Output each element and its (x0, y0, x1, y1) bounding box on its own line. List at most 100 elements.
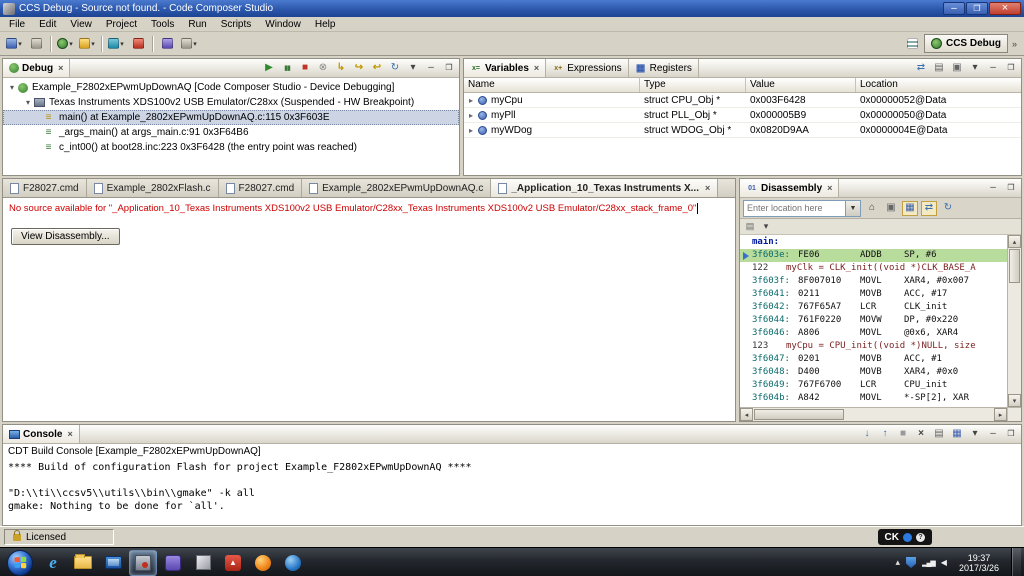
ime-mode-icon[interactable] (903, 532, 912, 542)
editor-tab-epwm[interactable]: Example_2802xEPwmUpDownAQ.c (302, 179, 492, 197)
debug-launch-button[interactable]: ▾ (55, 34, 75, 54)
console-view-menu-icon[interactable] (967, 427, 983, 442)
hidden-icons-icon[interactable] (896, 557, 901, 568)
close-button[interactable] (989, 2, 1021, 15)
variables-tab-close-icon[interactable]: × (534, 63, 539, 73)
new-button[interactable]: ▾ (4, 34, 24, 54)
disassembly-options-icon[interactable] (759, 220, 773, 233)
asm-line[interactable]: 3f6041: 0211 MOVB ACC, #17 (740, 288, 1007, 301)
disassembly-minimize-icon[interactable] (985, 181, 1001, 196)
tab-debug[interactable]: Debug × (3, 59, 71, 77)
minimize-button[interactable] (943, 2, 965, 15)
variables-maximize-icon[interactable] (1003, 61, 1019, 76)
pin-icon[interactable] (883, 201, 899, 216)
console-output[interactable]: **** Build of configuration Flash for pr… (3, 460, 1021, 525)
search-button[interactable] (157, 34, 177, 54)
show-types-icon[interactable] (913, 61, 929, 76)
taskbar-firefox[interactable] (249, 550, 277, 576)
asm-line[interactable]: 3f6048: D400 MOVB XAR4, #0x0 (740, 366, 1007, 379)
security-shield-icon[interactable] (906, 557, 917, 568)
debug-tree-frame-args-row[interactable]: _args_main() at args_main.c:91 0x3F64B6 (3, 125, 459, 140)
terminate-console-icon[interactable] (895, 427, 911, 442)
taskbar-app-purple[interactable] (159, 550, 187, 576)
variable-row-mycpu[interactable]: myCpu struct CPU_Obj * 0x003F6428 0x0000… (464, 93, 1021, 108)
follow-pc-icon[interactable] (921, 200, 937, 216)
taskbar-ie[interactable] (39, 550, 67, 576)
asm-line[interactable]: 3f6047: 0201 MOVB ACC, #1 (740, 353, 1007, 366)
location-combo[interactable]: ▼ (743, 199, 861, 217)
save-button[interactable] (26, 34, 46, 54)
menu-tools[interactable]: Tools (144, 17, 181, 31)
clear-console-icon[interactable] (913, 427, 929, 442)
taskbar-clock[interactable]: 19:37 2017/3/26 (953, 553, 1005, 573)
expand-icon[interactable] (466, 111, 476, 120)
taskbar-virtualbox[interactable] (189, 550, 217, 576)
flash-button[interactable]: ▾ (77, 34, 97, 54)
perspective-ccs-debug[interactable]: CCS Debug (923, 34, 1008, 53)
scroll-left-icon[interactable]: ◂ (740, 408, 753, 421)
disassembly-horizontal-scrollbar[interactable]: ◂ ▸ (740, 407, 1021, 421)
asm-line-current[interactable]: 3f603e: FE06 ADDB SP, #6 (740, 249, 1007, 262)
asm-line[interactable]: 3f6046: A806 MOVL @0x6, XAR4 (740, 327, 1007, 340)
disassembly-tab-close-icon[interactable]: × (827, 183, 832, 193)
scroll-down-icon[interactable]: ▾ (1008, 394, 1021, 407)
asm-line[interactable]: 3f6049: 767F6700 LCR CPU_init (740, 379, 1007, 392)
breakpoint-button[interactable]: ▾ (106, 34, 126, 54)
step-into-icon[interactable] (333, 61, 349, 76)
open-perspective-button[interactable] (903, 34, 923, 54)
step-return-icon[interactable] (369, 61, 385, 76)
variables-view-menu-icon[interactable] (967, 61, 983, 76)
show-source-icon[interactable] (743, 220, 757, 233)
menu-file[interactable]: File (2, 17, 32, 31)
expand-icon[interactable] (7, 83, 17, 92)
tab-console[interactable]: Console × (3, 425, 80, 443)
expand-icon[interactable] (466, 126, 476, 135)
start-button[interactable] (7, 549, 33, 576)
refresh-icon[interactable] (940, 201, 956, 216)
console-maximize-icon[interactable] (1003, 427, 1019, 442)
tab-variables[interactable]: Variables × (464, 59, 547, 77)
scrollbar-thumb[interactable] (1009, 249, 1020, 283)
tab-disassembly[interactable]: Disassembly × (740, 179, 840, 197)
suspend-icon[interactable] (279, 61, 295, 76)
view-disassembly-button[interactable]: View Disassembly... (11, 228, 120, 245)
pin-view-icon[interactable] (949, 61, 965, 76)
pin-console-icon[interactable] (931, 427, 947, 442)
ime-language-bar[interactable]: CK (877, 529, 932, 545)
external-tools-button[interactable]: ▾ (179, 34, 199, 54)
scroll-up-icon[interactable]: ▴ (1008, 235, 1021, 248)
menu-help[interactable]: Help (308, 17, 343, 31)
editor-tab-application-active[interactable]: _Application_10_Texas Instruments X... × (491, 179, 719, 197)
combo-dropdown-icon[interactable]: ▼ (845, 200, 860, 216)
taskbar-browser[interactable] (279, 550, 307, 576)
maximize-button[interactable] (966, 2, 988, 15)
location-input[interactable] (744, 203, 845, 213)
show-opcodes-icon[interactable] (902, 200, 918, 216)
debug-maximize-icon[interactable] (441, 61, 457, 76)
scroll-right-icon[interactable]: ▸ (994, 408, 1007, 421)
column-location[interactable]: Location (856, 78, 1021, 92)
terminate-icon[interactable] (297, 61, 313, 76)
debug-tree-project-row[interactable]: Example_F2802xEPwmUpDownAQ [Code Compose… (3, 80, 459, 95)
variable-row-mypll[interactable]: myPll struct PLL_Obj * 0x000005B9 0x0000… (464, 108, 1021, 123)
column-name[interactable]: Name (464, 78, 640, 92)
toolbar-overflow-chevron[interactable]: » (1012, 39, 1017, 49)
debug-view-menu-icon[interactable] (405, 61, 421, 76)
taskbar-explorer[interactable] (69, 550, 97, 576)
menu-project[interactable]: Project (99, 17, 144, 31)
asm-line[interactable]: 3f604b: A842 MOVL *-SP[2], XAR (740, 392, 1007, 405)
expand-icon[interactable] (466, 96, 476, 105)
asm-label-line[interactable]: main: (740, 236, 1007, 249)
step-over-icon[interactable] (351, 61, 367, 76)
debug-minimize-icon[interactable] (423, 61, 439, 76)
column-value[interactable]: Value (746, 78, 856, 92)
expand-icon[interactable] (23, 98, 33, 107)
debug-tree-device-row[interactable]: Texas Instruments XDS100v2 USB Emulator/… (3, 95, 459, 110)
menu-edit[interactable]: Edit (32, 17, 63, 31)
volume-icon[interactable] (941, 558, 947, 567)
resume-icon[interactable] (261, 61, 277, 76)
tab-expressions[interactable]: Expressions (546, 59, 629, 77)
taskbar-media[interactable] (99, 550, 127, 576)
show-desktop-button[interactable] (1011, 548, 1021, 576)
editor-tab-f28027-2[interactable]: F28027.cmd (219, 179, 303, 197)
